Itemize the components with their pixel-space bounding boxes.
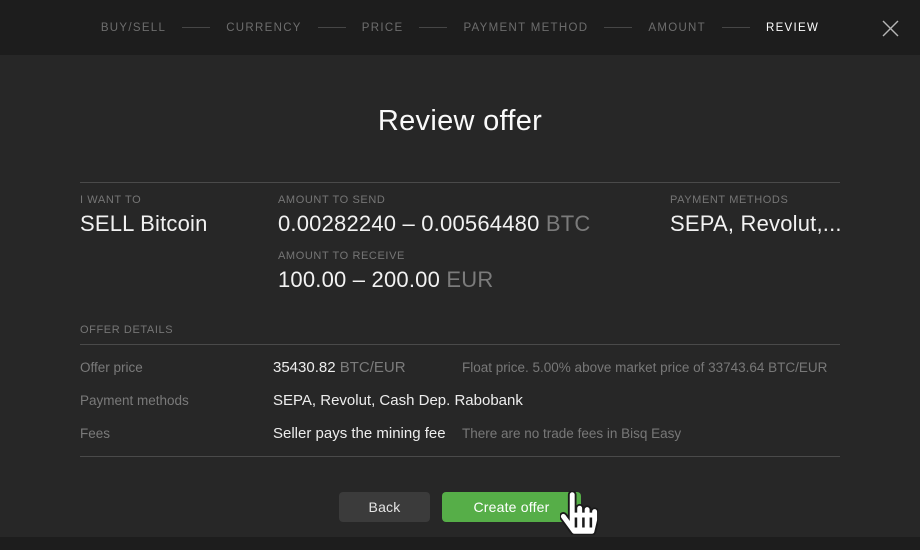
offer-price-note: Float price. 5.00% above market price of…: [462, 360, 840, 375]
offer-price-value: 35430.82 BTC/EUR: [273, 359, 462, 376]
amount-to-send-label: AMOUNT TO SEND: [278, 194, 670, 206]
step-payment-method[interactable]: PAYMENT METHOD: [463, 22, 588, 34]
payment-methods-column: PAYMENT METHODS SEPA, Revolut,...: [670, 194, 842, 293]
amount-to-send-group: AMOUNT TO SEND 0.00282240 – 0.00564480 B…: [278, 194, 670, 237]
step-divider: [419, 27, 447, 28]
i-want-to-label: I WANT TO: [80, 194, 278, 206]
amount-to-send-unit: BTC: [546, 211, 591, 236]
i-want-to-value: SELL Bitcoin: [80, 211, 278, 237]
step-amount[interactable]: AMOUNT: [648, 22, 706, 34]
amount-to-send-value: 0.00282240 – 0.00564480 BTC: [278, 211, 670, 237]
fees-note: There are no trade fees in Bisq Easy: [462, 426, 840, 441]
fees-label: Fees: [80, 426, 273, 441]
table-row: Fees Seller pays the mining fee There ar…: [80, 417, 840, 450]
offer-details-heading: OFFER DETAILS: [80, 324, 840, 336]
amount-to-receive-value: 100.00 – 200.00 EUR: [278, 267, 670, 293]
wizard-progress-bar: BUY/SELL CURRENCY PRICE PAYMENT METHOD A…: [0, 0, 920, 55]
table-row: Offer price 35430.82 BTC/EUR Float price…: [80, 351, 840, 384]
table-row: Payment methods SEPA, Revolut, Cash Dep.…: [80, 384, 840, 417]
wizard-stepper: BUY/SELL CURRENCY PRICE PAYMENT METHOD A…: [101, 22, 819, 34]
create-offer-button[interactable]: Create offer: [442, 492, 581, 522]
fees-value: Seller pays the mining fee: [273, 425, 462, 442]
review-offer-panel: Review offer I WANT TO SELL Bitcoin AMOU…: [0, 55, 920, 537]
step-currency[interactable]: CURRENCY: [226, 22, 302, 34]
offer-price-label: Offer price: [80, 360, 273, 375]
amount-to-receive-group: AMOUNT TO RECEIVE 100.00 – 200.00 EUR: [278, 250, 670, 293]
amounts-column: AMOUNT TO SEND 0.00282240 – 0.00564480 B…: [278, 194, 670, 293]
amount-to-receive-number: 100.00 – 200.00: [278, 267, 440, 292]
payment-methods-row-label: Payment methods: [80, 393, 273, 408]
background-strip: [0, 537, 920, 550]
action-bar: Back Create offer: [80, 492, 840, 522]
direction-column: I WANT TO SELL Bitcoin: [80, 194, 278, 293]
back-button[interactable]: Back: [339, 492, 430, 522]
section-divider: [80, 456, 840, 457]
step-divider: [318, 27, 346, 28]
payment-methods-value: SEPA, Revolut,...: [670, 211, 842, 237]
step-divider: [604, 27, 632, 28]
offer-summary-section: I WANT TO SELL Bitcoin AMOUNT TO SEND 0.…: [80, 182, 840, 293]
amount-to-receive-unit: EUR: [446, 267, 493, 292]
close-icon: [881, 19, 900, 38]
page-title: Review offer: [0, 105, 920, 138]
payment-methods-row-value: SEPA, Revolut, Cash Dep. Rabobank: [273, 392, 462, 409]
step-buy-sell[interactable]: BUY/SELL: [101, 22, 166, 34]
close-button[interactable]: [878, 16, 902, 40]
offer-price-number: 35430.82: [273, 359, 336, 376]
offer-price-unit: BTC/EUR: [340, 359, 406, 376]
amount-to-receive-label: AMOUNT TO RECEIVE: [278, 250, 670, 262]
amount-to-send-number: 0.00282240 – 0.00564480: [278, 211, 540, 236]
offer-details-table: Offer price 35430.82 BTC/EUR Float price…: [80, 344, 840, 457]
step-review[interactable]: REVIEW: [766, 22, 819, 34]
step-divider: [722, 27, 750, 28]
step-divider: [182, 27, 210, 28]
payment-methods-label: PAYMENT METHODS: [670, 194, 842, 206]
step-price[interactable]: PRICE: [362, 22, 404, 34]
